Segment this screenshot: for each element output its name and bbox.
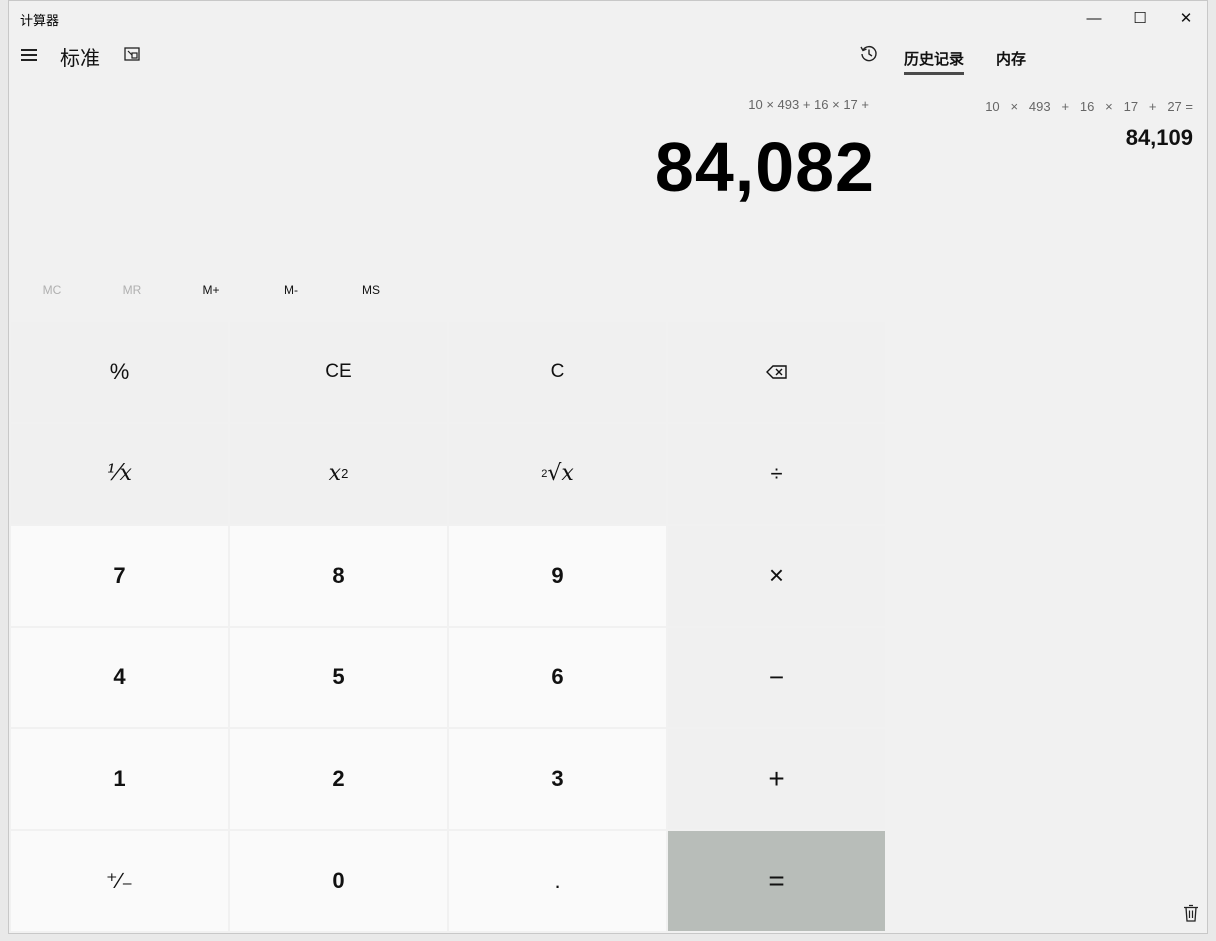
- square-exponent-label: 2: [341, 466, 349, 482]
- digit-2-button[interactable]: 2: [230, 729, 447, 830]
- add-button[interactable]: +: [668, 729, 885, 830]
- navigation-menu-button[interactable]: [17, 39, 41, 71]
- minimize-button[interactable]: —: [1071, 1, 1117, 35]
- multiply-button[interactable]: ×: [668, 525, 885, 626]
- digit-8-button[interactable]: 8: [230, 525, 447, 626]
- negate-button[interactable]: ⁺∕₋: [11, 831, 228, 931]
- memory-recall-button[interactable]: MR: [92, 276, 172, 304]
- equals-button[interactable]: =: [668, 831, 885, 931]
- keep-on-top-icon: [124, 47, 140, 61]
- keep-on-top-button[interactable]: [122, 44, 142, 64]
- digit-5-button[interactable]: 5: [230, 627, 447, 728]
- memory-add-button[interactable]: M+: [171, 276, 251, 304]
- clear-history-button[interactable]: [1181, 902, 1201, 924]
- tab-history[interactable]: 历史记录: [904, 48, 964, 69]
- digit-6-button[interactable]: 6: [449, 627, 666, 728]
- app-title: 计算器: [20, 13, 60, 28]
- trash-icon: [1184, 904, 1198, 922]
- square-button[interactable]: x2: [230, 423, 447, 524]
- reciprocal-button[interactable]: ⅟x: [11, 423, 228, 524]
- calculator-main: 10 × 493 + 16 × 17 + 84,082 MC MR M+ M- …: [9, 75, 885, 933]
- title-bar: 计算器 — ☐ ✕: [9, 1, 1207, 35]
- digit-3-button[interactable]: 3: [449, 729, 666, 830]
- maximize-icon: ☐: [1133, 10, 1147, 27]
- square-base-label: x: [328, 461, 342, 487]
- decimal-button[interactable]: .: [449, 831, 666, 931]
- clear-button[interactable]: C: [449, 322, 666, 422]
- clear-entry-button[interactable]: CE: [230, 322, 447, 422]
- sqrt-label: √x: [547, 461, 574, 487]
- hamburger-icon: [21, 49, 37, 61]
- square-root-button[interactable]: 2 √x: [449, 423, 666, 524]
- history-panel: 10 × 493 + 16 × 17 + 27 = 84,109: [885, 75, 1207, 933]
- subtract-button[interactable]: −: [668, 627, 885, 728]
- digit-1-button[interactable]: 1: [11, 729, 228, 830]
- digit-9-button[interactable]: 9: [449, 525, 666, 626]
- memory-subtract-button[interactable]: M-: [251, 276, 331, 304]
- history-icon: [860, 45, 877, 62]
- calculator-window: 计算器 — ☐ ✕ 标准 历史记录 内存 10 × 493 + 16 × 17 …: [8, 0, 1208, 934]
- header-bar: 标准 历史记录 内存: [9, 35, 1207, 75]
- digit-0-button[interactable]: 0: [230, 831, 447, 931]
- expression-display: 10 × 493 + 16 × 17 +: [748, 97, 869, 112]
- minimize-icon: —: [1086, 9, 1102, 27]
- close-icon: ✕: [1179, 10, 1193, 27]
- history-button[interactable]: [857, 42, 881, 66]
- close-button[interactable]: ✕: [1163, 1, 1207, 35]
- reciprocal-label: ⅟x: [107, 461, 132, 487]
- backspace-icon: [765, 365, 787, 379]
- tab-memory[interactable]: 内存: [996, 48, 1026, 69]
- divide-button[interactable]: ÷: [668, 423, 885, 524]
- backspace-button[interactable]: [668, 322, 885, 422]
- percent-button[interactable]: %: [11, 322, 228, 422]
- result-display: 84,082: [654, 128, 875, 206]
- mode-title: 标准: [60, 48, 100, 70]
- digit-4-button[interactable]: 4: [11, 627, 228, 728]
- digit-7-button[interactable]: 7: [11, 525, 228, 626]
- keypad: % CE C ⅟x x2 2 √x ÷ 7 8 9 × 4 5 6 − 1 2 …: [11, 322, 885, 931]
- memory-row: MC MR M+ M- MS: [9, 276, 409, 304]
- memory-store-button[interactable]: MS: [331, 276, 411, 304]
- maximize-button[interactable]: ☐: [1117, 1, 1163, 35]
- history-expression[interactable]: 10 × 493 + 16 × 17 + 27 =: [985, 99, 1193, 114]
- history-result[interactable]: 84,109: [1126, 125, 1193, 151]
- memory-clear-button[interactable]: MC: [12, 276, 92, 304]
